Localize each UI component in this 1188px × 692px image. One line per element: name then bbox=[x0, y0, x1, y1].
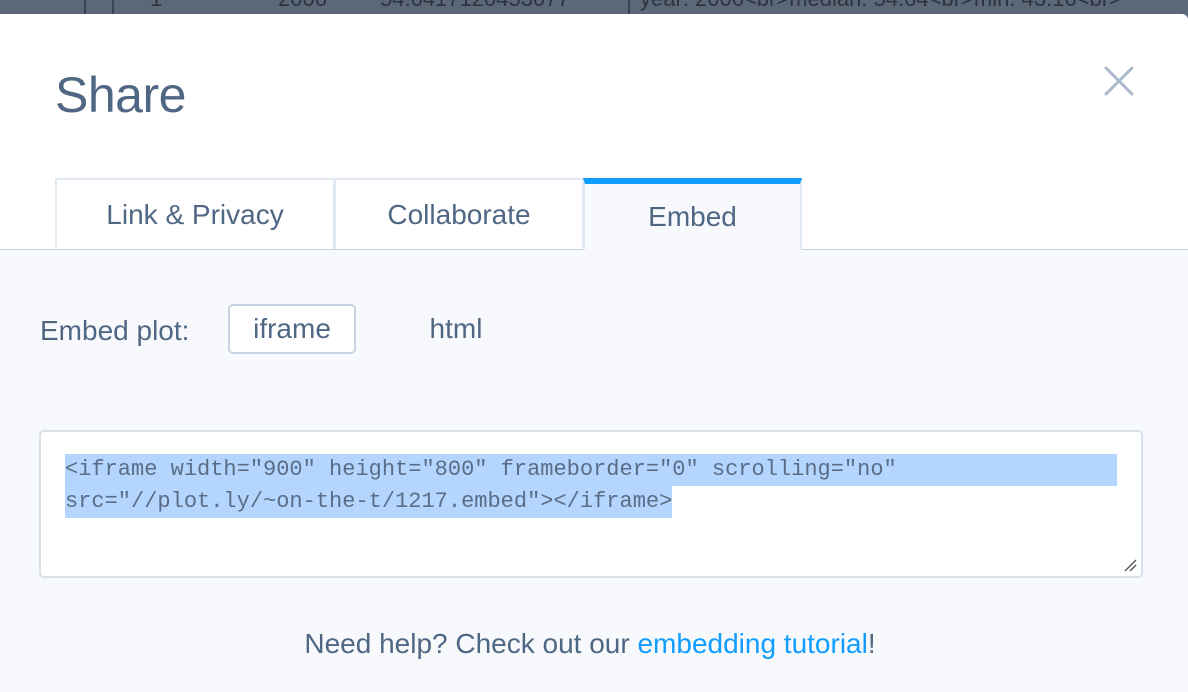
iframe-option-button[interactable]: iframe bbox=[228, 304, 356, 354]
html-option-button[interactable]: html bbox=[408, 304, 504, 354]
help-text: Need help? Check out our embedding tutor… bbox=[0, 628, 1180, 660]
row-median: 54.6417120453077 bbox=[380, 0, 570, 12]
share-modal: Share Link & Privacy Collaborate Embed E… bbox=[0, 14, 1188, 692]
embed-code-line: <iframe width="900" height="800" framebo… bbox=[65, 454, 1117, 486]
embedding-tutorial-link[interactable]: embedding tutorial bbox=[637, 628, 867, 659]
tab-link-privacy[interactable]: Link & Privacy bbox=[55, 178, 335, 249]
embed-panel: Embed plot: iframe html <iframe width="9… bbox=[0, 250, 1188, 692]
help-suffix: ! bbox=[867, 628, 876, 659]
embed-options: Embed plot: iframe html bbox=[40, 304, 640, 354]
help-prefix: Need help? Check out our bbox=[304, 628, 638, 659]
row-hover-text: year: 2006<br>median: 54.64<br>min: 43.1… bbox=[640, 0, 1122, 12]
embed-code-line: src="//plot.ly/~on-the-t/1217.embed"></i… bbox=[65, 486, 673, 518]
close-button[interactable] bbox=[1098, 60, 1140, 102]
embed-plot-label: Embed plot: bbox=[40, 315, 190, 346]
modal-title: Share bbox=[55, 67, 186, 123]
tab-embed[interactable]: Embed bbox=[583, 178, 802, 250]
share-tabs: Link & Privacy Collaborate Embed bbox=[0, 178, 1188, 250]
embed-code: <iframe width="900" height="800" framebo… bbox=[65, 454, 1119, 518]
close-icon bbox=[1104, 66, 1134, 96]
resize-handle-icon[interactable] bbox=[1123, 558, 1137, 572]
row-index: 1 bbox=[150, 0, 162, 12]
embed-code-textarea[interactable]: <iframe width="900" height="800" framebo… bbox=[39, 430, 1143, 578]
row-year: 2006 bbox=[278, 0, 327, 12]
tab-collaborate[interactable]: Collaborate bbox=[334, 178, 584, 249]
